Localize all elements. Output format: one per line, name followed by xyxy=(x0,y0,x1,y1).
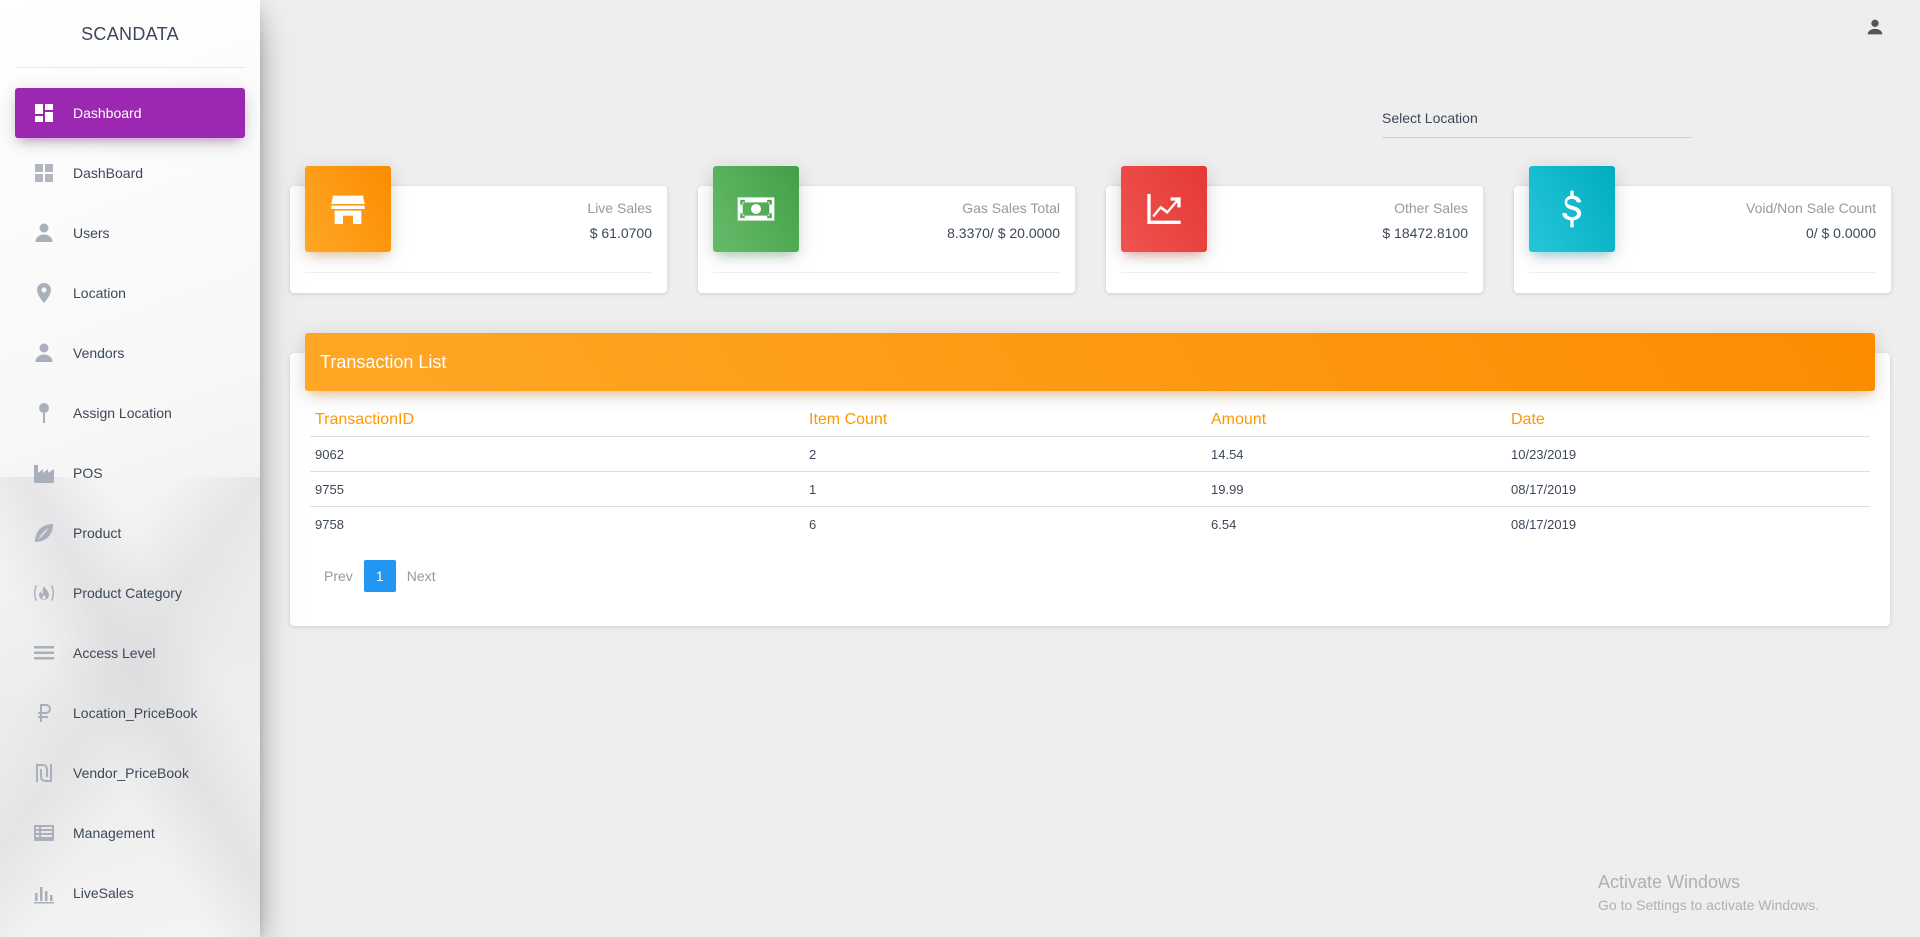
sidebar-item-label: Vendor_PriceBook xyxy=(73,765,189,781)
ruble-icon xyxy=(31,700,57,726)
dashboard-icon xyxy=(31,160,57,186)
dollar-icon xyxy=(1529,166,1615,252)
sidebar-item-access-level[interactable]: Access Level xyxy=(15,628,245,678)
stat-title: Other Sales xyxy=(1394,200,1468,216)
location-select[interactable]: Select Location xyxy=(1382,108,1692,138)
next-page-button[interactable]: Next xyxy=(400,560,443,592)
table-row[interactable]: 9062 2 14.54 10/23/2019 xyxy=(310,437,1870,472)
stat-title: Live Sales xyxy=(587,200,652,216)
sidebar-item-label: Management xyxy=(73,825,155,841)
sidebar-item-location-pricebook[interactable]: Location_PriceBook xyxy=(15,688,245,738)
person-icon xyxy=(31,220,57,246)
sidebar-item-label: LiveSales xyxy=(73,885,134,901)
sidebar-item-vendor-pricebook[interactable]: Vendor_PriceBook xyxy=(15,748,245,798)
trending-up-icon xyxy=(1121,166,1207,252)
stat-card-gas-sales: Gas Sales Total 8.3370/ $ 20.0000 xyxy=(698,166,1075,293)
stat-title: Gas Sales Total xyxy=(962,200,1060,216)
sidebar-item-label: Location xyxy=(73,285,126,301)
location-pin-icon xyxy=(31,280,57,306)
transaction-list-title: Transaction List xyxy=(305,333,1875,391)
stat-title: Void/Non Sale Count xyxy=(1746,200,1876,216)
page-1-button[interactable]: 1 xyxy=(363,560,396,592)
sidebar-item-management[interactable]: Management xyxy=(15,808,245,858)
cell-amount: 6.54 xyxy=(1211,517,1237,532)
stat-value: 8.3370/ $ 20.0000 xyxy=(947,225,1060,241)
factory-icon xyxy=(31,460,57,486)
cell-transaction-id: 9755 xyxy=(315,481,344,497)
card-divider xyxy=(713,272,1060,273)
watermark-subtitle: Go to Settings to activate Windows. xyxy=(1598,897,1819,913)
stat-value: $ 18472.8100 xyxy=(1382,225,1468,241)
sidebar-item-label: Product xyxy=(73,525,122,541)
sidebar-item-vendors[interactable]: Vendors xyxy=(15,328,245,378)
sidebar-item-label: Assign Location xyxy=(73,405,172,421)
column-header[interactable]: Date xyxy=(1506,411,1870,429)
prev-page-button[interactable]: Prev xyxy=(317,560,360,592)
table-row[interactable]: 9755 1 19.99 08/17/2019 xyxy=(310,472,1870,507)
cell-date: 10/23/2019 xyxy=(1511,446,1577,462)
sidebar-item-label: Location_PriceBook xyxy=(73,705,198,721)
watermark-title: Activate Windows xyxy=(1598,872,1741,892)
table-icon xyxy=(31,820,57,846)
cell-transaction-id: 9062 xyxy=(315,446,344,462)
sidebar-nav: Dashboard DashBoard Users Location Vendo… xyxy=(0,68,260,918)
cell-item-count: 1 xyxy=(809,481,817,497)
pagination: Prev 1 Next xyxy=(317,560,443,592)
bar-chart-icon xyxy=(31,880,57,906)
store-icon xyxy=(305,166,391,252)
sidebar: SCANDATA Dashboard DashBoard Users Locat… xyxy=(0,0,260,937)
transaction-table: TransactionID Item Count Amount Date 906… xyxy=(310,403,1870,542)
stat-value: $ 61.0700 xyxy=(589,225,652,241)
table-row[interactable]: 9758 6 6.54 08/17/2019 xyxy=(310,507,1870,542)
card-divider xyxy=(1121,272,1468,273)
sidebar-item-assign-location[interactable]: Assign Location xyxy=(15,388,245,438)
sidebar-item-dashboard[interactable]: Dashboard xyxy=(15,88,245,138)
sidebar-item-label: Users xyxy=(73,225,110,241)
list-icon xyxy=(31,640,57,666)
sidebar-item-product[interactable]: Product xyxy=(15,508,245,558)
column-header[interactable]: TransactionID xyxy=(310,411,804,429)
sidebar-item-dashboard-2[interactable]: DashBoard xyxy=(15,148,245,198)
stat-card-live-sales: Live Sales $ 61.0700 xyxy=(290,166,667,293)
sidebar-item-product-category[interactable]: Product Category xyxy=(15,568,245,618)
sidebar-item-label: Dashboard xyxy=(73,105,142,121)
pin-icon xyxy=(31,400,57,426)
sidebar-item-label: Access Level xyxy=(73,645,156,661)
sidebar-item-label: POS xyxy=(73,465,103,481)
cell-date: 08/17/2019 xyxy=(1511,481,1577,497)
main-content: Select Location Live Sales $ 61.0700 Gas… xyxy=(260,0,1920,937)
cell-item-count: 2 xyxy=(809,446,817,462)
stat-card-other-sales: Other Sales $ 18472.8100 xyxy=(1106,166,1483,293)
sidebar-item-label: Product Category xyxy=(73,585,182,601)
sidebar-item-label: DashBoard xyxy=(73,165,144,181)
person-icon xyxy=(31,340,57,366)
sidebar-item-label: Vendors xyxy=(73,345,125,361)
sidebar-item-users[interactable]: Users xyxy=(15,208,245,258)
cell-item-count: 6 xyxy=(809,517,817,532)
money-icon xyxy=(713,166,799,252)
shekel-icon xyxy=(31,760,57,786)
cell-date: 08/17/2019 xyxy=(1511,517,1577,532)
table-header-row: TransactionID Item Count Amount Date xyxy=(310,403,1870,437)
column-header[interactable]: Item Count xyxy=(804,411,1206,429)
stat-card-void-count: Void/Non Sale Count 0/ $ 0.0000 xyxy=(1514,166,1891,293)
cell-amount: 19.99 xyxy=(1211,481,1244,497)
card-divider xyxy=(305,272,652,273)
leaf-icon xyxy=(31,520,57,546)
cell-amount: 14.54 xyxy=(1211,446,1244,462)
sidebar-item-location[interactable]: Location xyxy=(15,268,245,318)
column-header[interactable]: Amount xyxy=(1206,411,1506,429)
card-divider xyxy=(1529,272,1876,273)
transaction-list-card: Transaction List TransactionID Item Coun… xyxy=(290,333,1890,626)
brand-logo-text[interactable]: SCANDATA xyxy=(0,0,260,68)
person-icon[interactable] xyxy=(1864,16,1886,38)
sidebar-item-livesales[interactable]: LiveSales xyxy=(15,868,245,918)
fire-icon xyxy=(31,580,57,606)
sidebar-item-pos[interactable]: POS xyxy=(15,448,245,498)
dashboard-icon xyxy=(31,100,57,126)
windows-activation-watermark: Activate Windows Go to Settings to activ… xyxy=(1598,872,1819,913)
cell-transaction-id: 9758 xyxy=(315,517,344,532)
stat-value: 0/ $ 0.0000 xyxy=(1805,225,1876,241)
